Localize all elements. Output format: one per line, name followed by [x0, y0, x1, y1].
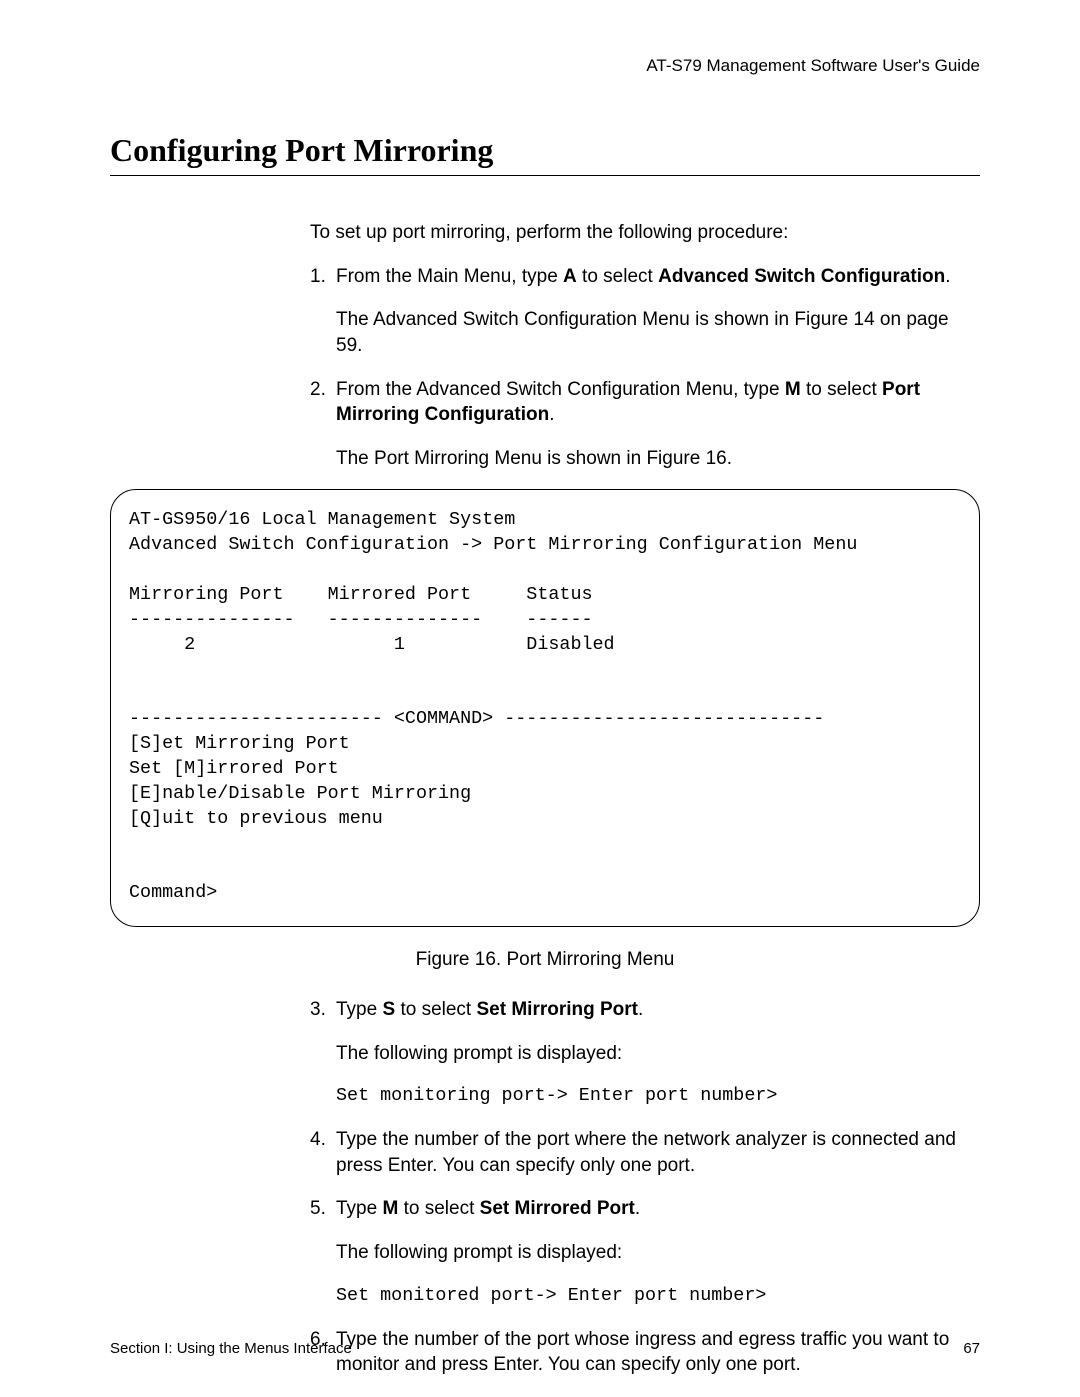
- text: .: [945, 266, 950, 287]
- step-2: 2. From the Advanced Switch Configuratio…: [310, 377, 980, 472]
- step-number: 5.: [310, 1196, 326, 1222]
- key: M: [785, 379, 801, 400]
- step-5: 5. Type M to select Set Mirrored Port. T…: [310, 1196, 980, 1308]
- terminal-line: [S]et Mirroring Port: [129, 733, 350, 754]
- procedure-list: 1. From the Main Menu, type A to select …: [310, 264, 980, 472]
- terminal-line: 2 1 Disabled: [129, 634, 615, 655]
- text: to select: [395, 999, 476, 1020]
- body-column-continued: 3. Type S to select Set Mirroring Port. …: [310, 997, 980, 1378]
- step-body: Type M to select Set Mirrored Port.: [336, 1198, 640, 1219]
- key: M: [382, 1198, 398, 1219]
- prompt-code: Set monitored port-> Enter port number>: [336, 1284, 980, 1309]
- prompt-code: Set monitoring port-> Enter port number>: [336, 1084, 980, 1109]
- text: .: [635, 1198, 640, 1219]
- terminal-line: --------------- -------------- ------: [129, 609, 593, 630]
- terminal-line: Command>: [129, 882, 217, 903]
- step-followup: The Port Mirroring Menu is shown in Figu…: [336, 446, 980, 472]
- step-number: 4.: [310, 1127, 326, 1153]
- step-4: 4. Type the number of the port where the…: [310, 1127, 980, 1178]
- step-number: 1.: [310, 264, 326, 290]
- page: AT-S79 Management Software User's Guide …: [0, 0, 1080, 1397]
- text: Type: [336, 999, 382, 1020]
- page-footer: Section I: Using the Menus Interface 67: [110, 1340, 980, 1357]
- key: A: [563, 266, 577, 287]
- key: S: [382, 999, 395, 1020]
- terminal-line: [Q]uit to previous menu: [129, 808, 383, 829]
- terminal-line: AT-GS950/16 Local Management System: [129, 509, 515, 530]
- page-number: 67: [963, 1340, 980, 1357]
- figure-caption: Figure 16. Port Mirroring Menu: [110, 949, 980, 971]
- step-body: Type S to select Set Mirroring Port.: [336, 999, 643, 1020]
- section-title: Configuring Port Mirroring: [110, 132, 980, 176]
- step-body: Type the number of the port where the ne…: [336, 1129, 956, 1176]
- terminal-line: Set [M]irrored Port: [129, 758, 339, 779]
- text: to select: [398, 1198, 479, 1219]
- procedure-list-continued: 3. Type S to select Set Mirroring Port. …: [310, 997, 980, 1378]
- step-body: From the Advanced Switch Configuration M…: [336, 379, 920, 426]
- terminal-line: [E]nable/Disable Port Mirroring: [129, 783, 471, 804]
- terminal-line: Mirroring Port Mirrored Port Status: [129, 584, 593, 605]
- menu-name: Set Mirrored Port: [480, 1198, 635, 1219]
- step-body: From the Main Menu, type A to select Adv…: [336, 266, 951, 287]
- text: From the Advanced Switch Configuration M…: [336, 379, 785, 400]
- terminal-frame: AT-GS950/16 Local Management System Adva…: [110, 489, 980, 927]
- text: Type: [336, 1198, 382, 1219]
- menu-name: Advanced Switch Configuration: [658, 266, 945, 287]
- running-header: AT-S79 Management Software User's Guide: [110, 56, 980, 76]
- step-number: 2.: [310, 377, 326, 403]
- step-number: 3.: [310, 997, 326, 1023]
- step-followup: The following prompt is displayed:: [336, 1240, 980, 1266]
- body-column: To set up port mirroring, perform the fo…: [310, 220, 980, 471]
- step-followup: The following prompt is displayed:: [336, 1041, 980, 1067]
- text: .: [638, 999, 643, 1020]
- menu-name: Set Mirroring Port: [477, 999, 639, 1020]
- step-followup: The Advanced Switch Configuration Menu i…: [336, 307, 980, 358]
- text: to select: [577, 266, 658, 287]
- text: .: [549, 404, 554, 425]
- intro-paragraph: To set up port mirroring, perform the fo…: [310, 220, 980, 246]
- terminal-line: Advanced Switch Configuration -> Port Mi…: [129, 534, 857, 555]
- footer-section: Section I: Using the Menus Interface: [110, 1340, 352, 1357]
- step-1: 1. From the Main Menu, type A to select …: [310, 264, 980, 359]
- step-3: 3. Type S to select Set Mirroring Port. …: [310, 997, 980, 1109]
- text: From the Main Menu, type: [336, 266, 563, 287]
- text: to select: [801, 379, 882, 400]
- terminal-line: ----------------------- <COMMAND> ------…: [129, 708, 824, 729]
